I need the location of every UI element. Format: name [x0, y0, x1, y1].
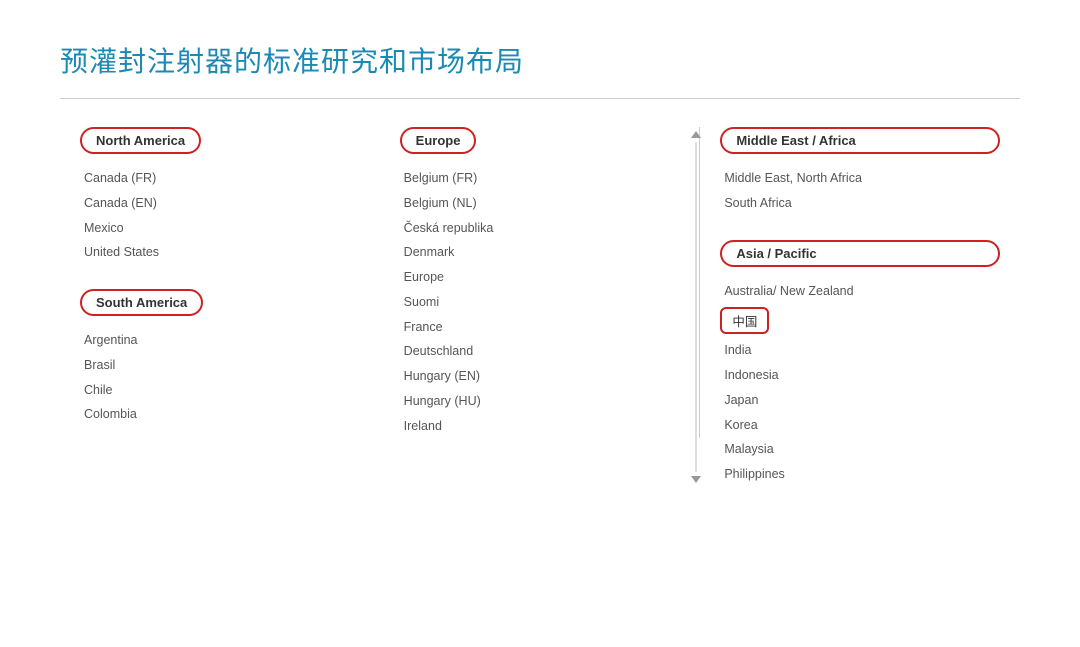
scroll-track: [695, 142, 697, 472]
list-item: Malaysia: [720, 437, 1000, 462]
list-item: Belgium (FR): [400, 166, 680, 191]
list-item: Europe: [400, 265, 680, 290]
south-america-countries: Argentina Brasil Chile Colombia: [80, 328, 360, 427]
europe-countries: Belgium (FR) Belgium (NL) Česká republik…: [400, 166, 680, 438]
list-item: Colombia: [80, 402, 360, 427]
list-item: Australia/ New Zealand: [720, 279, 1000, 304]
highlighted-country-china: 中国: [720, 303, 1000, 338]
list-item: Indonesia: [720, 363, 1000, 388]
list-item: Mexico: [80, 216, 360, 241]
list-item: Chile: [80, 378, 360, 403]
scroll-up-icon[interactable]: [691, 131, 701, 138]
region-header-north-america: North America: [80, 127, 201, 154]
right-col-inner: Middle East / Africa Middle East, North …: [720, 127, 1000, 487]
page-wrapper: 预灌封注射器的标准研究和市场布局 North America Canada (F…: [0, 0, 1080, 647]
list-item: United States: [80, 240, 360, 265]
page-title: 预灌封注射器的标准研究和市场布局: [60, 40, 1020, 80]
list-item: Japan: [720, 388, 1000, 413]
list-item: Deutschland: [400, 339, 680, 364]
scroll-down-icon[interactable]: [691, 476, 701, 483]
list-item: Korea: [720, 413, 1000, 438]
list-item: Canada (FR): [80, 166, 360, 191]
list-item: Belgium (NL): [400, 191, 680, 216]
list-item: Česká republika: [400, 216, 680, 241]
list-item: Hungary (EN): [400, 364, 680, 389]
china-highlighted-label: 中国: [720, 307, 769, 334]
list-item: India: [720, 338, 1000, 363]
region-header-asia-pacific: Asia / Pacific: [720, 240, 1000, 267]
scroll-indicator[interactable]: [688, 127, 704, 487]
list-item: Suomi: [400, 290, 680, 315]
list-item: South Africa: [720, 191, 1000, 216]
region-header-europe: Europe: [400, 127, 477, 154]
asia-pacific-countries: Australia/ New Zealand 中国 India Indonesi…: [720, 279, 1000, 487]
list-item: Argentina: [80, 328, 360, 353]
list-item: Ireland: [400, 414, 680, 439]
north-america-countries: Canada (FR) Canada (EN) Mexico United St…: [80, 166, 360, 265]
region-header-middle-east: Middle East / Africa: [720, 127, 1000, 154]
list-item: Denmark: [400, 240, 680, 265]
column-europe: Europe Belgium (FR) Belgium (NL) Česká r…: [380, 127, 701, 438]
column-middle-east-asia: Middle East / Africa Middle East, North …: [700, 127, 1020, 487]
region-header-south-america: South America: [80, 289, 203, 316]
list-item: Hungary (HU): [400, 389, 680, 414]
list-item: France: [400, 315, 680, 340]
middle-east-countries: Middle East, North Africa South Africa: [720, 166, 1000, 216]
columns-container: North America Canada (FR) Canada (EN) Me…: [60, 127, 1020, 487]
list-item: Philippines: [720, 462, 1000, 487]
column-americas: North America Canada (FR) Canada (EN) Me…: [60, 127, 380, 427]
list-item: Canada (EN): [80, 191, 360, 216]
title-divider: [60, 98, 1020, 99]
list-item: Brasil: [80, 353, 360, 378]
list-item: Middle East, North Africa: [720, 166, 1000, 191]
